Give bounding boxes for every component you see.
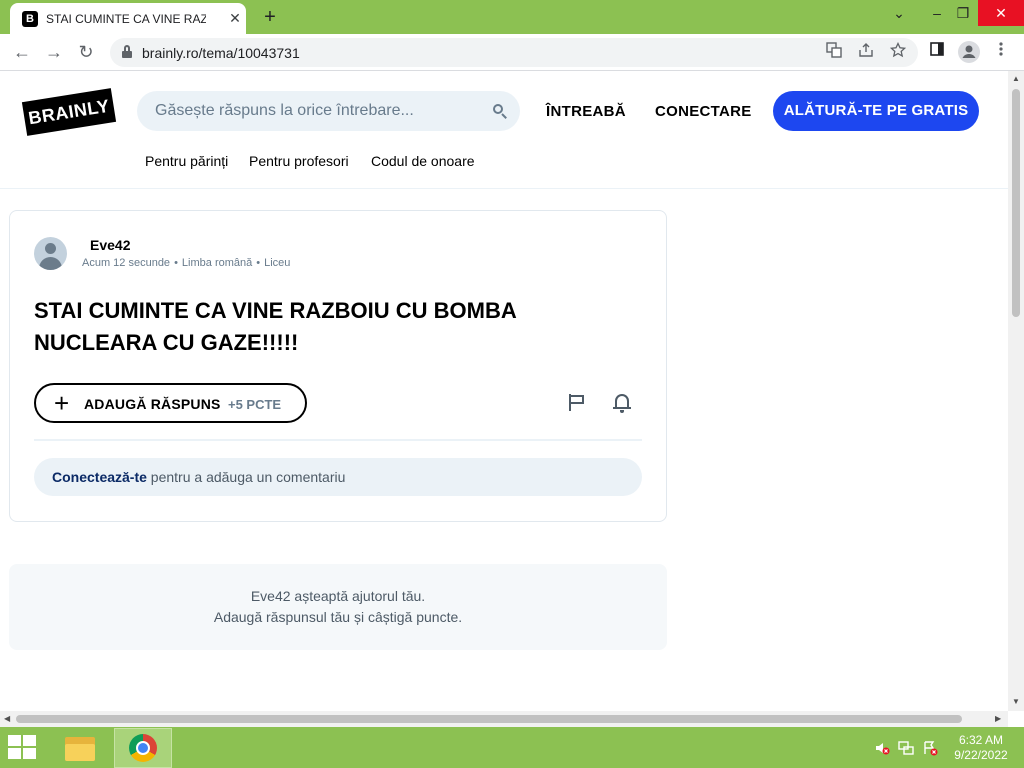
restore-button[interactable]: ❐ bbox=[948, 0, 978, 26]
plus-icon: + bbox=[54, 388, 70, 418]
network-icon[interactable] bbox=[898, 740, 914, 756]
address-bar[interactable]: brainly.ro/tema/10043731 bbox=[110, 38, 918, 67]
windows-start-icon[interactable] bbox=[8, 735, 38, 761]
answer-points: +5 PCTE bbox=[228, 397, 282, 412]
browser-tab-strip: B STAI CUMINTE CA VINE RAZBOIU CU BOMBA … bbox=[0, 0, 1024, 34]
translate-icon[interactable] bbox=[824, 42, 844, 62]
join-free-button[interactable]: ALĂTURĂ-TE PE GRATIS bbox=[773, 91, 979, 131]
scroll-up-arrow-icon[interactable]: ▲ bbox=[1012, 74, 1020, 83]
volume-muted-icon[interactable] bbox=[874, 740, 890, 756]
profile-icon[interactable] bbox=[958, 41, 980, 63]
comment-prompt[interactable]: Conectează-te pentru a adăuga un comenta… bbox=[34, 458, 642, 496]
tab-title: STAI CUMINTE CA VINE RAZBOIU CU BOMBA NU… bbox=[46, 12, 206, 26]
search-input[interactable] bbox=[155, 91, 485, 131]
system-clock[interactable]: 6:32 AM 9/22/2022 bbox=[946, 733, 1016, 763]
back-button[interactable]: ← bbox=[10, 40, 34, 64]
question-language[interactable]: Limba română bbox=[182, 257, 252, 269]
meta-separator: • bbox=[174, 257, 178, 269]
waiting-for-help-box: Eve42 așteaptă ajutorul tău. Adaugă răsp… bbox=[9, 564, 667, 650]
horizontal-scrollbar[interactable]: ◀ ▶ bbox=[0, 711, 1008, 727]
side-panel-icon[interactable] bbox=[926, 41, 948, 63]
search-bar[interactable] bbox=[137, 91, 520, 131]
comment-prompt-text: pentru a adăuga un comentariu bbox=[146, 469, 346, 485]
card-divider bbox=[34, 439, 642, 441]
page-viewport: BRAINLY ÎNTREABĂ CONECTARE ALĂTURĂ-TE PE… bbox=[0, 71, 1008, 711]
reload-button[interactable]: ↻ bbox=[74, 40, 98, 64]
question-meta: Acum 12 secunde • Limba română • Liceu bbox=[82, 257, 290, 269]
file-explorer-icon[interactable] bbox=[63, 733, 97, 763]
search-icon[interactable] bbox=[491, 102, 509, 120]
waiting-line-1: Eve42 așteaptă ajutorul tău. bbox=[250, 588, 426, 604]
clock-date: 9/22/2022 bbox=[954, 748, 1008, 762]
close-window-button[interactable]: ✕ bbox=[978, 0, 1024, 26]
report-flag-icon[interactable] bbox=[568, 394, 586, 412]
chrome-icon bbox=[129, 734, 157, 762]
browser-toolbar: ← → ↻ brainly.ro/tema/10043731 bbox=[0, 34, 1024, 71]
question-time: Acum 12 secunde bbox=[82, 257, 171, 269]
scroll-down-arrow-icon[interactable]: ▼ bbox=[1012, 697, 1020, 706]
site-header: BRAINLY ÎNTREABĂ CONECTARE ALĂTURĂ-TE PE… bbox=[0, 71, 1008, 189]
browser-menu-icon[interactable] bbox=[990, 41, 1012, 63]
scroll-left-arrow-icon[interactable]: ◀ bbox=[4, 714, 10, 723]
add-answer-label: ADAUGĂ RĂSPUNS bbox=[84, 396, 221, 412]
vertical-scroll-thumb[interactable] bbox=[1012, 89, 1020, 317]
close-tab-icon[interactable]: ✕ bbox=[226, 9, 244, 27]
vertical-scrollbar[interactable]: ▲ ▼ bbox=[1008, 71, 1024, 711]
login-to-comment-link[interactable]: Conectează-te bbox=[52, 469, 147, 485]
follow-bell-icon[interactable] bbox=[613, 393, 631, 413]
add-answer-button[interactable]: + ADAUGĂ RĂSPUNS +5 PCTE bbox=[34, 383, 307, 423]
question-level[interactable]: Liceu bbox=[264, 257, 290, 269]
ask-link[interactable]: ÎNTREABĂ bbox=[546, 103, 626, 120]
brainly-favicon-icon: B bbox=[22, 11, 38, 27]
action-center-icon[interactable] bbox=[922, 740, 938, 756]
honor-code-link[interactable]: Codul de onoare bbox=[371, 153, 475, 169]
browser-tab-active[interactable]: B STAI CUMINTE CA VINE RAZBOIU CU BOMBA … bbox=[10, 3, 246, 34]
login-link[interactable]: CONECTARE bbox=[655, 103, 752, 120]
question-card: Eve42 Acum 12 secunde • Limba română • Liceu… bbox=[9, 210, 667, 522]
horizontal-scroll-thumb[interactable] bbox=[16, 715, 962, 723]
windows-taskbar: 6:32 AM 9/22/2022 bbox=[0, 727, 1024, 768]
share-icon[interactable] bbox=[856, 42, 876, 62]
meta-separator: • bbox=[256, 257, 261, 269]
chrome-taskbar-button[interactable] bbox=[114, 728, 172, 768]
new-tab-button[interactable]: + bbox=[258, 5, 282, 29]
url-text[interactable]: brainly.ro/tema/10043731 bbox=[142, 45, 300, 61]
parents-link[interactable]: Pentru părinți bbox=[145, 153, 228, 169]
waiting-line-2: Adaugă răspunsul tău și câștigă puncte. bbox=[213, 609, 463, 625]
user-avatar[interactable] bbox=[34, 237, 67, 270]
tab-search-icon[interactable]: ⌄ bbox=[884, 0, 914, 26]
author-name[interactable]: Eve42 bbox=[90, 237, 130, 253]
bookmark-star-icon[interactable] bbox=[888, 41, 908, 62]
forward-button[interactable]: → bbox=[42, 40, 66, 64]
lock-icon[interactable] bbox=[122, 45, 132, 58]
clock-time: 6:32 AM bbox=[958, 733, 1004, 747]
teachers-link[interactable]: Pentru profesori bbox=[249, 153, 349, 169]
brainly-logo[interactable]: BRAINLY bbox=[21, 88, 117, 136]
question-title: STAI CUMINTE CA VINE RAZBOIU CU BOMBA NU… bbox=[34, 298, 516, 355]
scroll-right-arrow-icon[interactable]: ▶ bbox=[995, 714, 1001, 723]
